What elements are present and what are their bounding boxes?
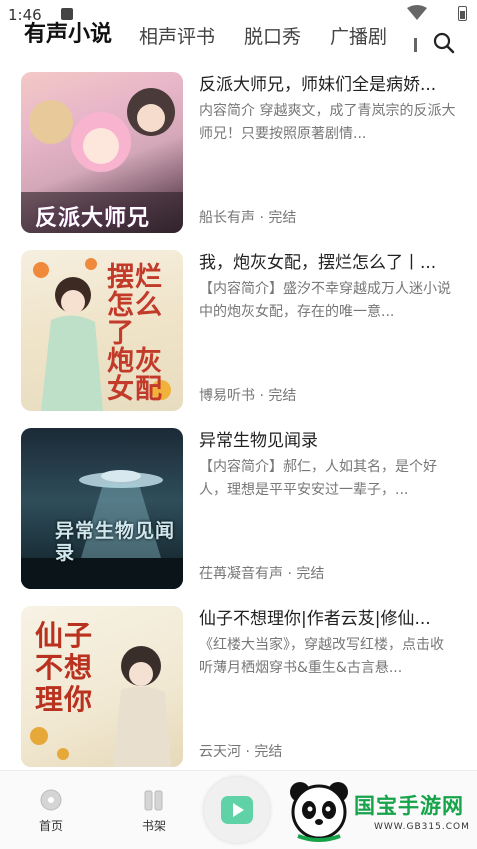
item-description: 【内容简介】郝仁，人如其名，是个好人，理想是平平安安过一辈子，... <box>199 459 437 498</box>
cover-title: 反派大师兄 <box>35 205 151 231</box>
nav-shelf[interactable]: 书架 <box>124 789 184 834</box>
tab-audiobook[interactable]: 有声小说 <box>24 16 112 48</box>
list-item[interactable]: 异常生物见闻录 异常生物见闻录 【内容简介】郝仁，人如其名，是个好人，理想是平平… <box>0 422 477 589</box>
cover-image: 仙子不想理你 <box>21 606 183 767</box>
cover-title: 异常生物见闻录 <box>55 520 176 564</box>
cover-image: 摆烂怎么了 炮灰女配 <box>21 250 183 411</box>
play-icon <box>221 796 253 824</box>
nav-shelf-label: 书架 <box>141 819 166 833</box>
item-title: 反派大师兄，师妹们全是病娇... <box>199 75 437 95</box>
tab-radio-drama[interactable]: 广播剧 <box>330 22 387 49</box>
nav-home[interactable]: 首页 <box>21 789 81 834</box>
search-icon[interactable] <box>433 32 455 54</box>
list-item[interactable]: 摆烂怎么了 炮灰女配 我，炮灰女配，摆烂怎么了丨... 【内容简介】盛汐不幸穿越… <box>0 244 477 411</box>
item-title: 仙子不想理你|作者云芨|修仙... <box>199 609 431 629</box>
item-meta: 茌苒凝音有声 · 完结 <box>199 566 325 582</box>
cover-image: 异常生物见闻录 <box>21 428 183 589</box>
list-item[interactable]: 反派大师兄 反派大师兄，师妹们全是病娇... 内容简介 穿越爽文，成了青岚宗的反… <box>0 66 477 233</box>
watermark-url: WWW.GB315.COM <box>374 822 470 832</box>
item-description: 【内容简介】盛汐不幸穿越成万人迷小说中的炮灰女配，存在的唯一意... <box>199 281 451 320</box>
tab-standup[interactable]: 脱口秀 <box>244 22 301 49</box>
nav-home-label: 首页 <box>38 819 63 833</box>
item-title: 我，炮灰女配，摆烂怎么了丨... <box>199 253 437 273</box>
item-meta: 船长有声 · 完结 <box>199 210 297 226</box>
item-description: 《红楼大当家》，穿越改写红楼，点击收听薄月栖烟穿书&重生&古言悬... <box>199 637 444 676</box>
item-title: 异常生物见闻录 <box>199 431 318 451</box>
watermark: 国宝手游网 WWW.GB315.COM <box>270 770 477 848</box>
cover-title: 摆烂怎么了 炮灰女配 <box>107 262 163 405</box>
cover-image: 反派大师兄 <box>21 72 183 233</box>
cover-title: 仙子不想理你 <box>35 619 94 716</box>
panda-logo-icon <box>290 782 348 842</box>
list-item[interactable]: 仙子不想理你 仙子不想理你|作者云芨|修仙... 《红楼大当家》，穿越改写红楼，… <box>0 600 477 767</box>
tab-crosstalk[interactable]: 相声评书 <box>139 22 215 49</box>
bookshelf-icon <box>144 790 163 811</box>
category-tabs: 有声小说 相声评书 脱口秀 广播剧 <box>0 14 477 54</box>
more-tabs-icon[interactable] <box>414 38 417 52</box>
player-button[interactable] <box>204 777 270 843</box>
watermark-name: 国宝手游网 <box>354 794 464 818</box>
disc-icon <box>40 789 62 811</box>
item-description: 内容简介 穿越爽文，成了青岚宗的反派大师兄！只要按照原著剧情... <box>199 103 456 142</box>
item-meta: 云天河 · 完结 <box>199 744 283 760</box>
item-meta: 博易听书 · 完结 <box>199 388 297 404</box>
